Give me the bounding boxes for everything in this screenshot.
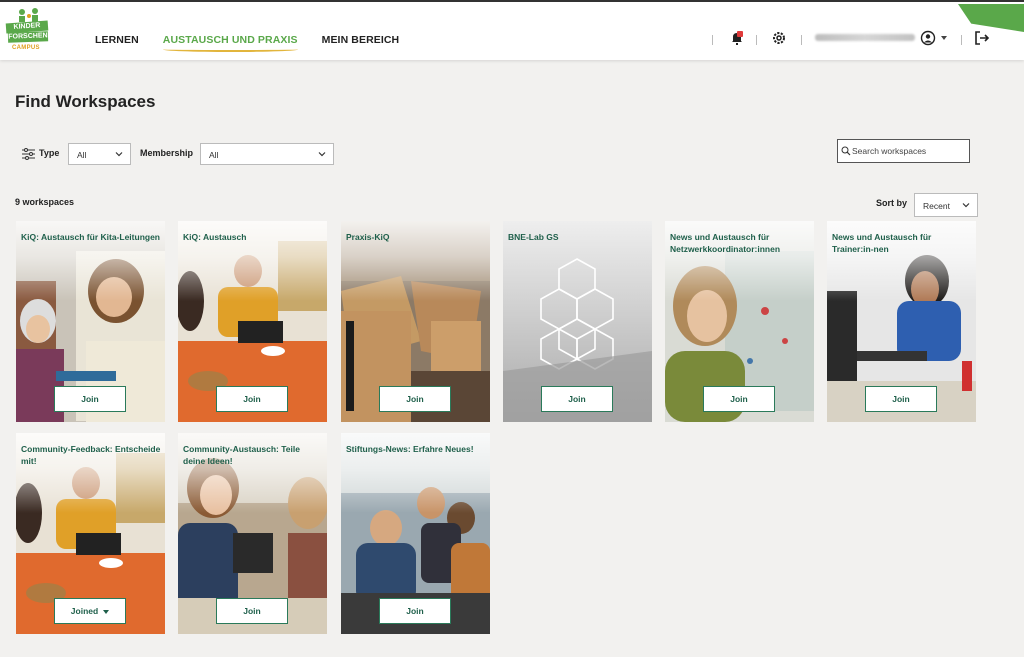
workspace-title[interactable]: News und Austausch für Netzwerkkoordinat… — [670, 231, 810, 255]
join-button-label: Join — [568, 394, 586, 404]
notification-badge — [737, 31, 743, 37]
join-button[interactable]: Join — [216, 598, 288, 624]
workspace-title[interactable]: KiQ: Austausch für Kita-Leitungen — [21, 231, 161, 243]
type-filter-select[interactable]: All — [68, 143, 131, 165]
type-filter-label: Type — [39, 148, 60, 158]
membership-filter-value: All — [209, 150, 219, 160]
workspace-card[interactable]: Community-Feedback: Entscheide mit! Join… — [16, 433, 165, 634]
notifications-bell-icon[interactable] — [729, 30, 745, 46]
page-title: Find Workspaces — [15, 92, 156, 111]
divider — [961, 35, 962, 45]
workspace-title[interactable]: BNE-Lab GS — [508, 231, 648, 243]
workspace-title[interactable]: Community-Austausch: Teile deine Ideen! — [183, 443, 323, 467]
join-button-label: Join — [730, 394, 748, 404]
workspace-card[interactable]: News und Austausch für Netzwerkkoordinat… — [665, 221, 814, 422]
workspace-title[interactable]: KiQ: Austausch — [183, 231, 323, 243]
user-avatar-icon[interactable] — [920, 30, 936, 46]
sort-select[interactable]: Recent — [914, 193, 978, 217]
username-blurred[interactable] — [815, 34, 915, 41]
search-workspaces-box[interactable] — [837, 139, 970, 163]
workspace-card[interactable]: BNE-Lab GS Join — [503, 221, 652, 422]
join-button-label: Join — [243, 606, 261, 616]
search-input[interactable] — [852, 144, 964, 158]
filter-sliders-icon — [22, 147, 35, 160]
workspace-card[interactable]: Praxis-KiQ Join — [341, 221, 490, 422]
sort-label: Sort by — [876, 198, 908, 208]
joined-button-label: Joined — [70, 606, 99, 616]
workspace-card[interactable]: News und Austausch für Trainer:in-nen Jo… — [827, 221, 976, 422]
joined-dropdown-button[interactable]: Joined — [54, 598, 126, 624]
join-button-label: Join — [243, 394, 261, 404]
join-button[interactable]: Join — [379, 598, 451, 624]
type-filter-value: All — [77, 150, 87, 160]
join-button[interactable]: Join — [379, 386, 451, 412]
workspace-title[interactable]: Community-Feedback: Entscheide mit! — [21, 443, 161, 467]
join-button[interactable]: Join — [703, 386, 775, 412]
join-button[interactable]: Join — [216, 386, 288, 412]
workspace-title[interactable]: Stiftungs-News: Erfahre Neues! — [346, 443, 486, 455]
workspace-card[interactable]: Community-Austausch: Teile deine Ideen! … — [178, 433, 327, 634]
workspace-title[interactable]: News und Austausch für Trainer:in-nen — [832, 231, 972, 255]
chevron-down-icon — [962, 203, 970, 208]
membership-filter-label: Membership — [140, 148, 194, 158]
children-figures-icon — [19, 8, 38, 22]
join-button-label: Join — [406, 606, 424, 616]
membership-filter-select[interactable]: All — [200, 143, 334, 165]
workspace-card[interactable]: KiQ: Austausch Join — [178, 221, 327, 422]
workspace-card[interactable]: Stiftungs-News: Erfahre Neues! Join — [341, 433, 490, 634]
chevron-down-icon — [318, 152, 326, 157]
workspace-title[interactable]: Praxis-KiQ — [346, 231, 486, 243]
settings-gear-icon[interactable] — [771, 30, 787, 46]
join-button[interactable]: Join — [541, 386, 613, 412]
chevron-down-icon — [115, 152, 123, 157]
divider — [712, 35, 713, 45]
sort-value: Recent — [923, 201, 950, 211]
join-button-label: Join — [406, 394, 424, 404]
workspace-count: 9 workspaces — [15, 197, 75, 207]
user-menu-chevron-icon[interactable] — [941, 36, 947, 40]
join-button-label: Join — [81, 394, 99, 404]
search-icon — [841, 146, 851, 156]
divider — [756, 35, 757, 45]
logout-icon[interactable] — [974, 31, 990, 45]
corner-accent — [958, 4, 1024, 32]
header-actions — [0, 30, 1024, 50]
divider — [801, 35, 802, 45]
join-button[interactable]: Join — [54, 386, 126, 412]
workspace-card[interactable]: KiQ: Austausch für Kita-Leitungen Join — [16, 221, 165, 422]
join-button[interactable]: Join — [865, 386, 937, 412]
caret-down-icon — [103, 609, 110, 614]
join-button-label: Join — [892, 394, 910, 404]
